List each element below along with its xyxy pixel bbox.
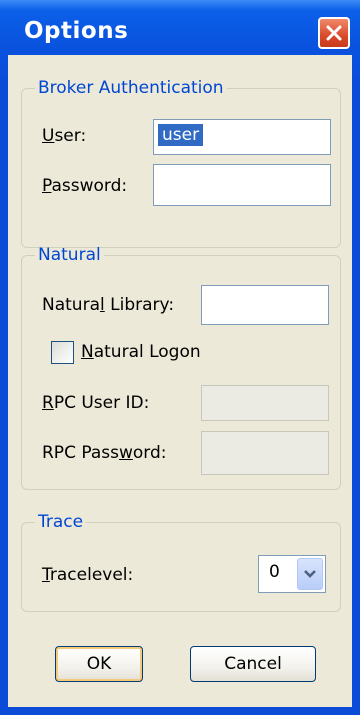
natural-library-input[interactable] bbox=[201, 285, 329, 325]
broker-authentication-legend: Broker Authentication bbox=[38, 78, 224, 98]
password-label: Password: bbox=[42, 176, 128, 196]
options-dialog: Options Broker Authentication User: user… bbox=[0, 0, 360, 715]
ok-button[interactable]: OK bbox=[55, 646, 143, 682]
natural-logon-checkbox[interactable] bbox=[51, 341, 74, 364]
rpc-password-input[interactable] bbox=[201, 431, 329, 475]
trace-legend: Trace bbox=[38, 512, 84, 532]
broker-authentication-group: Broker Authentication bbox=[21, 78, 341, 248]
rpc-user-id-label: RPC User ID: bbox=[42, 393, 150, 413]
tracelevel-dropdown-button[interactable] bbox=[297, 558, 323, 590]
user-label: User: bbox=[42, 126, 87, 146]
dialog-client-area: Broker Authentication User: user Passwor… bbox=[8, 55, 352, 707]
password-input[interactable] bbox=[153, 164, 331, 206]
rpc-password-label: RPC Password: bbox=[42, 443, 167, 463]
close-button[interactable] bbox=[318, 17, 350, 49]
user-input-value: user bbox=[158, 124, 204, 146]
natural-library-label: Natural Library: bbox=[42, 295, 175, 315]
tracelevel-select[interactable]: 0 bbox=[258, 555, 326, 593]
natural-legend: Natural bbox=[38, 245, 101, 265]
tracelevel-value: 0 bbox=[269, 562, 280, 582]
chevron-down-icon bbox=[304, 570, 316, 578]
close-icon bbox=[326, 25, 342, 41]
user-input[interactable]: user bbox=[153, 119, 331, 155]
tracelevel-label: Tracelevel: bbox=[42, 565, 134, 585]
cancel-button[interactable]: Cancel bbox=[190, 646, 316, 682]
window-title: Options bbox=[24, 18, 129, 44]
rpc-user-id-input[interactable] bbox=[201, 385, 329, 421]
natural-logon-label[interactable]: Natural Logon bbox=[81, 342, 201, 362]
